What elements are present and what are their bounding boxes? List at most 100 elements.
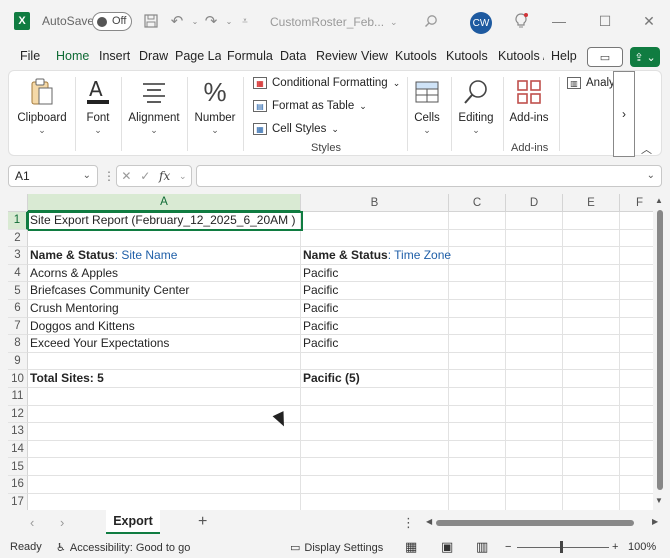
undo-icon[interactable]: ↶ <box>168 12 186 30</box>
grid-cell[interactable] <box>506 229 563 248</box>
row-header-14[interactable]: 14 <box>8 440 28 459</box>
grid-cell[interactable] <box>563 282 620 300</box>
scroll-up-icon[interactable]: ▲ <box>655 196 663 205</box>
grid-cell[interactable] <box>449 423 506 441</box>
grid-cell[interactable] <box>449 264 506 283</box>
grid-cell[interactable] <box>28 423 301 441</box>
column-header-b[interactable]: B <box>301 194 449 212</box>
column-header-c[interactable]: C <box>449 194 506 212</box>
close-icon[interactable]: ✕ <box>640 12 658 30</box>
next-sheet-icon[interactable]: › <box>60 515 64 530</box>
conditional-formatting-button[interactable]: ▦ Conditional Formatting ⌄ <box>253 77 400 89</box>
zoom-out-icon[interactable]: − <box>505 541 511 553</box>
display-settings-button[interactable]: ▭ Display Settings <box>290 541 383 555</box>
grid-cell[interactable] <box>563 317 620 336</box>
row-header-2[interactable]: 2 <box>8 229 28 248</box>
row-header-9[interactable]: 9 <box>8 352 28 371</box>
save-icon[interactable] <box>142 12 160 30</box>
column-header-a[interactable]: A <box>28 194 301 212</box>
cell-b3[interactable]: Name & Status: Time Zone <box>301 247 451 265</box>
insert-function-icon[interactable]: fx <box>159 169 170 183</box>
grid-cell[interactable] <box>563 405 620 424</box>
add-sheet-button[interactable]: + <box>198 513 207 531</box>
cell-b6[interactable]: Pacific <box>301 300 449 318</box>
row-header-6[interactable]: 6 <box>8 300 28 318</box>
row-header-11[interactable]: 11 <box>8 388 28 406</box>
zoom-level[interactable]: 100% <box>628 541 656 553</box>
tab-kutools[interactable]: Kutools <box>395 49 441 63</box>
name-box[interactable]: A1 ⌄ <box>8 165 98 187</box>
grid-cell[interactable] <box>301 352 449 371</box>
horizontal-scrollbar[interactable]: ◀ ▶ <box>426 517 662 528</box>
page-break-view-icon[interactable]: ▥ <box>476 539 488 555</box>
grid-cell[interactable] <box>28 440 301 459</box>
horizontal-scroll-thumb[interactable] <box>436 520 634 526</box>
cell-a6[interactable]: Crush Mentoring <box>28 300 301 318</box>
grid-cell[interactable] <box>449 212 506 230</box>
grid-cell[interactable] <box>620 265 653 283</box>
cell-a5[interactable]: Briefcases Community Center <box>28 282 301 300</box>
grid-cell[interactable] <box>449 300 506 318</box>
grid-cell[interactable] <box>449 317 506 336</box>
tab-view[interactable]: View <box>361 49 388 63</box>
comments-button[interactable]: ▭ <box>587 47 623 67</box>
tab-page-layout[interactable]: Page Lay <box>175 49 221 63</box>
tab-file[interactable]: File <box>20 49 40 63</box>
number-group[interactable]: % Number ⌄ <box>193 75 237 136</box>
scroll-down-icon[interactable]: ▼ <box>655 496 663 505</box>
scroll-left-icon[interactable]: ◀ <box>426 517 432 526</box>
zoom-in-icon[interactable]: + <box>612 541 618 553</box>
row-header-5[interactable]: 5 <box>8 282 28 300</box>
share-button[interactable]: ⇪ ⌄ <box>630 47 660 67</box>
grid-cell[interactable] <box>620 318 653 336</box>
grid-cell[interactable] <box>563 212 620 230</box>
alignment-group[interactable]: Alignment ⌄ <box>127 75 181 136</box>
grid-cell[interactable] <box>620 458 653 476</box>
grid-cell[interactable] <box>301 458 449 476</box>
grid-cell[interactable] <box>620 476 653 494</box>
cell-a1[interactable]: Site Export Report (February_12_2025_6_2… <box>28 212 301 230</box>
clipboard-group[interactable]: Clipboard ⌄ <box>17 75 67 136</box>
grid-cell[interactable] <box>563 458 620 476</box>
grid-cell[interactable] <box>620 494 653 510</box>
grid-cell[interactable] <box>563 423 620 441</box>
grid-cell[interactable] <box>506 405 563 424</box>
grid-cell[interactable] <box>620 423 653 441</box>
tab-kutools-ai[interactable]: Kutools / <box>498 49 544 63</box>
row-header-15[interactable]: 15 <box>8 458 28 476</box>
autosave-toggle[interactable]: Off <box>92 12 132 31</box>
collapse-ribbon-icon[interactable]: ︿ <box>641 141 652 157</box>
grid-cell[interactable] <box>563 370 620 388</box>
more-options-icon[interactable]: ⋮ <box>103 169 115 183</box>
grid-cell[interactable] <box>506 264 563 283</box>
grid-cell[interactable] <box>563 476 620 494</box>
editing-group[interactable]: Editing ⌄ <box>455 75 497 136</box>
row-header-1[interactable]: 1 <box>8 212 28 230</box>
more-options-icon[interactable]: ⋮ <box>402 515 415 531</box>
file-name[interactable]: CustomRoster_Feb... ⌄ <box>270 15 398 29</box>
cell-a8[interactable]: Exceed Your Expectations <box>28 335 301 353</box>
normal-view-icon[interactable]: ▦ <box>405 539 417 555</box>
maximize-icon[interactable]: ☐ <box>596 12 614 30</box>
grid-cell[interactable] <box>449 335 506 353</box>
grid-cell[interactable] <box>620 230 653 248</box>
grid-cell[interactable] <box>449 458 506 476</box>
grid-cell[interactable] <box>563 493 620 510</box>
row-header-8[interactable]: 8 <box>8 335 28 353</box>
tab-kutools-plus[interactable]: Kutools I <box>446 49 492 63</box>
grid-cell[interactable] <box>620 441 653 459</box>
grid-cell[interactable] <box>28 352 301 371</box>
cell-b10[interactable]: Pacific (5) <box>301 370 449 388</box>
cell-b4[interactable]: Pacific <box>301 264 449 283</box>
tab-data[interactable]: Data <box>280 49 306 63</box>
grid-cell[interactable] <box>301 388 449 406</box>
grid-cell[interactable] <box>506 370 563 388</box>
row-header-7[interactable]: 7 <box>8 317 28 336</box>
grid-cell[interactable] <box>301 212 449 230</box>
grid-cell[interactable] <box>506 440 563 459</box>
grid-cell[interactable] <box>620 282 653 300</box>
grid-cell[interactable] <box>449 476 506 494</box>
grid-cell[interactable] <box>301 440 449 459</box>
font-group[interactable]: A Font ⌄ <box>81 75 115 136</box>
grid-cell[interactable] <box>28 405 301 424</box>
